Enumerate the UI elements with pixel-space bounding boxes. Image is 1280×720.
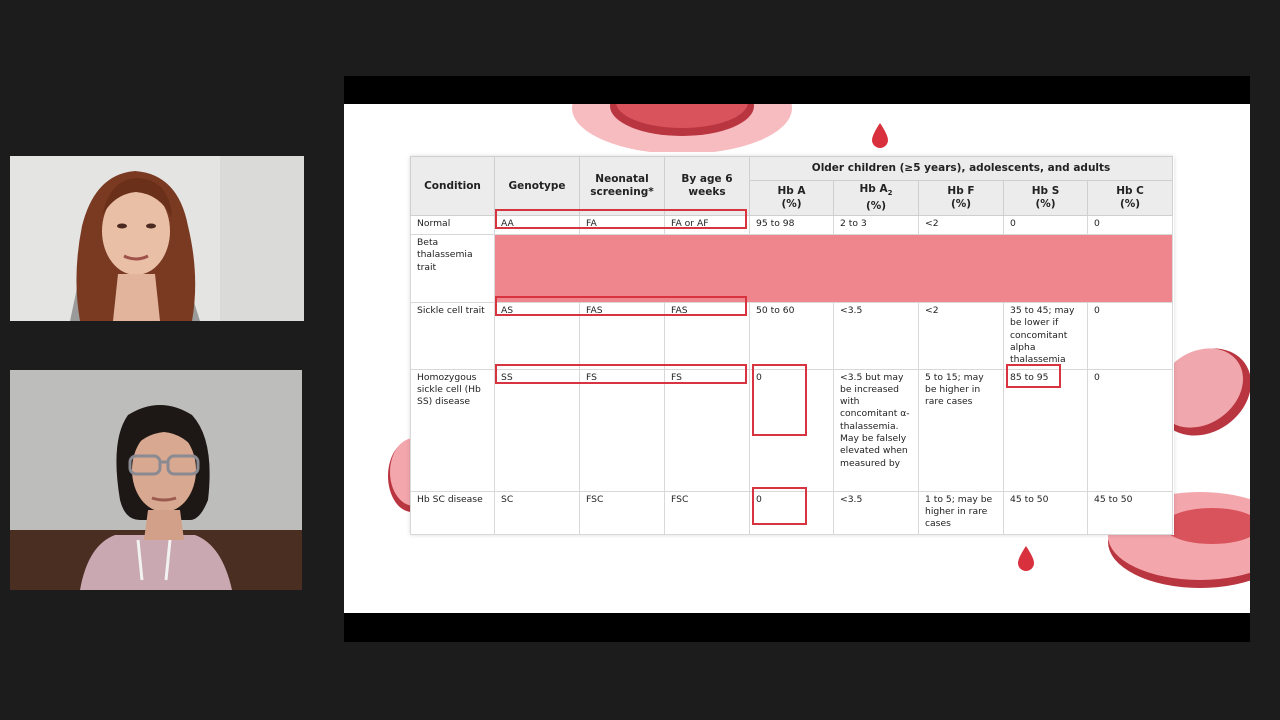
table-row-normal: Normal AA FA FA or AF 95 to 98 2 to 3 <2…: [410, 215, 1174, 236]
blood-cell-icon-left: [388, 438, 412, 512]
cell-hbc: 0: [1086, 368, 1174, 492]
cell-hbs: 0: [1003, 215, 1088, 236]
cell-condition: Normal: [410, 215, 495, 236]
cell-hbs: 45 to 50: [1003, 490, 1088, 535]
header-by-age-6-weeks: By age 6 weeks: [664, 155, 750, 217]
cell-hbf: 5 to 15; may be higher in rare cases: [918, 368, 1004, 492]
cell-genotype: AS: [494, 302, 580, 370]
cell-six-weeks: FS: [664, 368, 750, 492]
cell-hbs: 35 to 45; may be lower if concomitant al…: [1003, 302, 1088, 370]
participant-1-image: [10, 156, 304, 321]
blood-drop-icon: [872, 123, 888, 148]
cell-hba: 0: [749, 368, 834, 492]
cell-hba2: <3.5: [833, 490, 919, 535]
blood-drop-icon-2: [1018, 546, 1034, 571]
header-condition: Condition: [410, 155, 495, 217]
table-row-beta-thalassemia: Beta thalassemia trait: [410, 234, 1174, 304]
shared-screen: Condition Genotype Neonatal screening* B…: [344, 76, 1250, 642]
table-row-sickle-cell-trait: Sickle cell trait AS FAS FAS 50 to 60 <3…: [410, 302, 1174, 370]
cell-hba2: 2 to 3: [833, 215, 919, 236]
cell-genotype: AA: [494, 215, 580, 236]
cell-condition: Beta thalassemia trait: [410, 234, 495, 304]
participant-2-image: [10, 370, 302, 590]
header-hba2: Hb A2 (%): [833, 179, 919, 217]
cell-hba: 0: [749, 490, 834, 535]
table-row-hb-sc-disease: Hb SC disease SC FSC FSC 0 <3.5 1 to 5; …: [410, 490, 1174, 535]
table-row-homozygous-sickle-cell: Homozygous sickle cell (Hb SS) disease S…: [410, 368, 1174, 492]
header-older-children: Older children (≥5 years), adolescents, …: [748, 156, 1174, 181]
cell-condition: Hb SC disease: [410, 490, 495, 535]
header-neonatal-screening: Neonatal screening*: [579, 155, 665, 217]
header-genotype: Genotype: [494, 155, 580, 217]
cell-hba: 50 to 60: [749, 302, 834, 370]
cell-hba2-text: <3.5 but may be increased with concomita…: [840, 371, 910, 469]
cell-hbs: 85 to 95: [1003, 368, 1088, 492]
redacted-block: [493, 234, 1174, 304]
cell-neonatal: FA: [579, 215, 665, 236]
cell-neonatal: FS: [579, 368, 665, 492]
cell-six-weeks: FSC: [664, 490, 750, 535]
participant-video-1[interactable]: [10, 156, 304, 321]
cell-hba2: <3.5 but may be increased with concomita…: [833, 368, 919, 492]
cell-condition: Homozygous sickle cell (Hb SS) disease: [410, 368, 495, 492]
header-hbc: Hb C (%): [1086, 179, 1174, 217]
header-hbf: Hb F (%): [918, 179, 1004, 217]
cell-hba2: <3.5: [833, 302, 919, 370]
cell-hbc: 0: [1086, 302, 1174, 370]
cell-hba: 95 to 98: [749, 215, 834, 236]
cell-neonatal: FSC: [579, 490, 665, 535]
cell-six-weeks: FA or AF: [664, 215, 750, 236]
header-hba: Hb A (%): [749, 179, 834, 217]
cell-hbf: <2: [918, 302, 1004, 370]
cell-genotype: SS: [494, 368, 580, 492]
cell-hbf: <2: [918, 215, 1004, 236]
slide: Condition Genotype Neonatal screening* B…: [344, 104, 1250, 613]
cell-six-weeks: FAS: [664, 302, 750, 370]
hemoglobin-table: Condition Genotype Neonatal screening* B…: [410, 155, 1174, 535]
participant-video-2[interactable]: [10, 370, 302, 590]
cell-genotype: SC: [494, 490, 580, 535]
cell-hbc: 0: [1086, 215, 1174, 236]
header-hbs: Hb S (%): [1003, 179, 1088, 217]
cell-hbf: 1 to 5; may be higher in rare cases: [918, 490, 1004, 535]
blood-cell-icon: [572, 104, 792, 152]
cell-hbc: 45 to 50: [1086, 490, 1174, 535]
cell-condition: Sickle cell trait: [410, 302, 495, 370]
cell-neonatal: FAS: [579, 302, 665, 370]
